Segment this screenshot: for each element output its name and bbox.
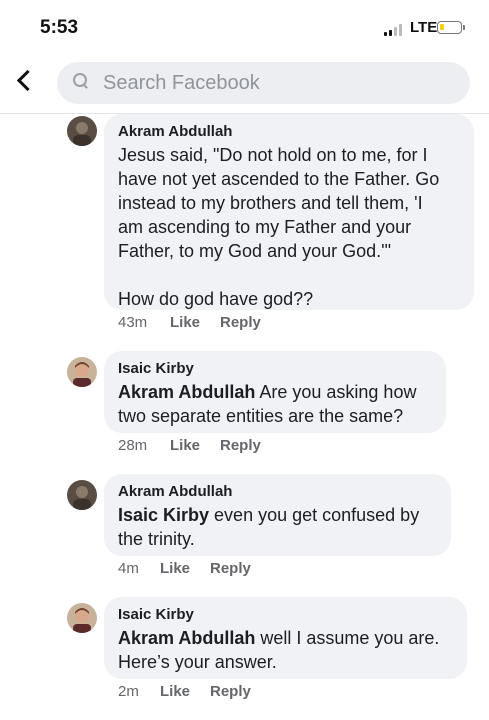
- avatar[interactable]: [67, 603, 97, 633]
- like-button[interactable]: Like: [160, 560, 190, 577]
- reply-button[interactable]: Reply: [220, 437, 261, 454]
- signal-bars-icon: [384, 24, 406, 36]
- comment-text: Isaic Kirby even you get confused by the…: [118, 505, 420, 549]
- like-button[interactable]: Like: [160, 683, 190, 700]
- comment-author[interactable]: Isaic Kirby: [118, 360, 432, 378]
- comment-author[interactable]: Akram Abdullah: [118, 123, 460, 141]
- mention-link[interactable]: Akram Abdullah: [118, 628, 255, 648]
- avatar[interactable]: [67, 357, 97, 387]
- reply-button[interactable]: Reply: [220, 314, 261, 331]
- comment-bubble: Isaic Kirby Akram Abdullah Are you askin…: [104, 351, 446, 433]
- comment-bubble: Akram Abdullah Jesus said, "Do not hold …: [104, 114, 474, 310]
- reply-button[interactable]: Reply: [210, 560, 251, 577]
- search-input[interactable]: [103, 62, 453, 104]
- comment-time: 2m: [118, 683, 139, 700]
- comment-time: 4m: [118, 560, 139, 577]
- comment-time: 43m: [118, 314, 148, 331]
- mention-link[interactable]: Akram Abdullah: [118, 382, 255, 402]
- avatar[interactable]: [67, 116, 97, 146]
- comment-bubble: Isaic Kirby Akram Abdullah well I assume…: [104, 597, 467, 679]
- search-bar[interactable]: [57, 62, 470, 104]
- like-button[interactable]: Like: [170, 314, 200, 331]
- comment-bubble: Akram Abdullah Isaic Kirby even you get …: [104, 474, 451, 556]
- clock: 5:53: [40, 17, 79, 38]
- search-icon: [73, 73, 88, 89]
- avatar[interactable]: [67, 480, 97, 510]
- status-bar: 5:53 LTE: [0, 0, 489, 58]
- mention-link[interactable]: Isaic Kirby: [118, 505, 209, 525]
- comment-text: Akram Abdullah Are you asking how two se…: [118, 382, 417, 426]
- comment-text: Akram Abdullah well I assume you are. He…: [118, 628, 440, 672]
- search-header: [0, 58, 489, 110]
- comment-time: 28m: [118, 437, 148, 454]
- chevron-left-icon[interactable]: [16, 69, 39, 92]
- like-button[interactable]: Like: [170, 437, 200, 454]
- battery-icon: [437, 21, 462, 34]
- comment-text: Jesus said, "Do not hold on to me, for I…: [118, 145, 440, 309]
- network-label: LTE: [410, 19, 438, 36]
- comment-author[interactable]: Akram Abdullah: [118, 483, 437, 501]
- reply-button[interactable]: Reply: [210, 683, 251, 700]
- comment-author[interactable]: Isaic Kirby: [118, 606, 453, 624]
